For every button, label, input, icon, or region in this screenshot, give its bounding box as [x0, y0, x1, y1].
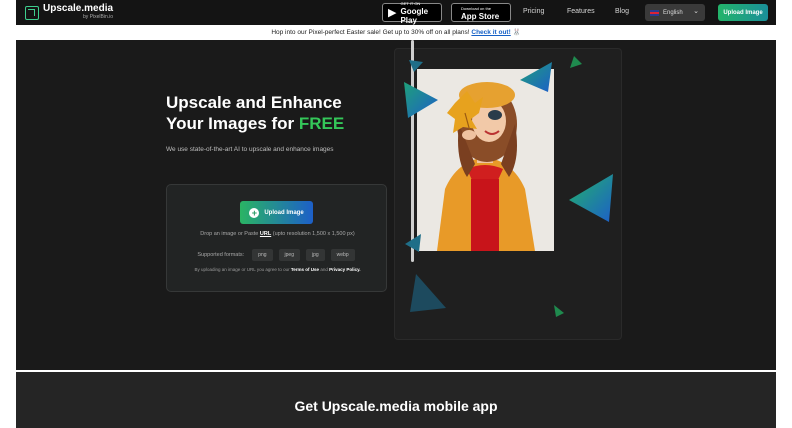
triangle-decor-1	[409, 60, 423, 72]
google-play-big: Google Play	[400, 7, 429, 25]
hero-title-line1: Upscale and Enhance	[166, 93, 342, 112]
upload-image-button[interactable]: + Upload Image	[240, 201, 313, 224]
triangle-decor-5	[569, 174, 613, 222]
triangle-decor-7	[410, 274, 446, 312]
language-select[interactable]: English ⌄	[645, 4, 705, 21]
terms-prefix: By uploading an image or URL you agree t…	[194, 267, 291, 272]
nav-upload-button[interactable]: Upload Image	[718, 4, 768, 21]
terms-mid: and	[319, 267, 330, 272]
app-store-small: Download on the	[461, 5, 492, 11]
triangle-decor-6	[405, 234, 421, 252]
hero-section: Upscale and Enhance Your Images for FREE…	[16, 40, 776, 370]
paste-url-link[interactable]: URL	[260, 231, 271, 237]
comparison-slider-handle[interactable]	[411, 40, 414, 262]
drop-prefix: Drop an image or Paste	[200, 231, 260, 237]
drop-suffix: (upto resolution 1,500 x 1,500 px)	[271, 231, 355, 237]
upload-button-label: Upload Image	[264, 209, 304, 216]
promo-banner: Hop into our Pixel-perfect Easter sale! …	[0, 26, 792, 40]
nav-link-blog[interactable]: Blog	[615, 8, 629, 15]
promo-text: Hop into our Pixel-perfect Easter sale! …	[271, 29, 470, 36]
bunny-emoji: 🐰	[512, 29, 521, 36]
format-chip-webp: webp	[330, 249, 355, 261]
chevron-down-icon: ⌄	[693, 8, 699, 15]
triangle-decor-8	[554, 305, 564, 317]
hero-title-free: FREE	[298, 114, 345, 133]
logo-text: Upscale.media by PixelBin.io	[43, 4, 113, 21]
supported-formats: Supported formats: png jpeg jpg webp	[167, 249, 388, 261]
brand-logo[interactable]: Upscale.media by PixelBin.io	[25, 4, 113, 21]
google-play-text: GET IT ON Google Play	[400, 0, 436, 25]
app-store-text: Download on the App Store	[461, 5, 499, 21]
hero-subtitle: We use state-of-the-art AI to upscale an…	[166, 146, 334, 153]
format-chip-jpeg: jpeg	[278, 249, 300, 261]
privacy-policy-link[interactable]: Privacy Policy.	[329, 267, 360, 272]
nav-link-pricing[interactable]: Pricing	[523, 8, 544, 15]
uk-flag-icon	[650, 9, 659, 16]
hero-title-line2: Your Images for	[166, 114, 299, 133]
terms-notice: By uploading an image or URL you agree t…	[167, 267, 388, 272]
google-play-button[interactable]: ▶ GET IT ON Google Play	[382, 0, 442, 25]
page: Upscale.media by PixelBin.io ▶ GET IT ON…	[0, 0, 792, 428]
triangle-decor-2	[404, 82, 438, 118]
google-play-small: GET IT ON	[400, 1, 421, 6]
brand-name: Upscale.media	[43, 3, 114, 14]
hero-title: Upscale and Enhance Your Images for FREE	[166, 92, 386, 134]
formats-label: Supported formats:	[197, 252, 245, 258]
format-chip-jpg: jpg	[305, 249, 325, 261]
promo-link[interactable]: Check it out!	[471, 29, 510, 36]
triangle-decor-4	[570, 56, 582, 68]
app-store-button[interactable]: Download on the App Store	[451, 3, 511, 22]
app-store-big: App Store	[461, 11, 500, 21]
triangle-decor-3	[520, 62, 552, 92]
format-chip-png: png	[252, 249, 273, 261]
nav-link-features[interactable]: Features	[567, 8, 595, 15]
terms-of-use-link[interactable]: Terms of Use	[291, 267, 319, 272]
drop-instructions: Drop an image or Paste URL (upto resolut…	[167, 231, 388, 237]
language-label: English	[663, 9, 683, 16]
google-play-icon: ▶	[388, 7, 397, 19]
plus-icon: +	[249, 207, 260, 218]
mobile-app-section: Get Upscale.media mobile app	[16, 372, 776, 428]
brand-by: by PixelBin.io	[83, 14, 114, 20]
logo-icon	[25, 5, 39, 20]
mobile-app-title: Get Upscale.media mobile app	[294, 398, 498, 414]
top-nav: Upscale.media by PixelBin.io ▶ GET IT ON…	[16, 0, 776, 25]
upload-dropzone[interactable]: + Upload Image Drop an image or Paste UR…	[166, 184, 387, 292]
